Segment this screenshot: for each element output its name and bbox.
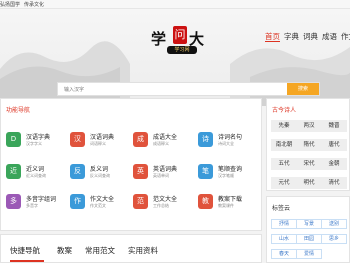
tab-quick-nav[interactable]: 快捷导航 [10,245,40,256]
function-nav-panel: 功能导航 D 汉语字典 汉字字义汉汉语词典 词语释义成成语大全 成语释义诗诗词名句 诗词大… [0,98,262,231]
function-nav-item[interactable]: 成成语大全 成语释义 [133,130,193,154]
function-title: 成语大全 [153,134,178,141]
hero-banner: 学 问 大 学习网 首页字典词典成语作文诗词古 搜索 [0,9,350,106]
site-logo[interactable]: 学 问 大 学习网 [151,26,231,64]
tag-item[interactable]: 写景 [296,219,322,229]
poet-era-button[interactable]: 元代 [271,177,297,189]
function-title: 多音字组词 [26,196,57,203]
function-title: 反义词 [90,166,109,173]
search-input[interactable] [64,85,284,94]
function-icon: 反 [70,164,85,179]
function-nav-title: 功能导航 [6,107,31,114]
nav-home[interactable]: 首页 [265,32,280,42]
tab-jiaoan[interactable]: 教案 [57,245,72,256]
poet-era-button[interactable]: 南北朝 [271,139,297,151]
function-icon: 作 [70,194,85,209]
function-icon: 英 [133,164,148,179]
function-desc: 词语释义 [90,141,106,146]
function-nav-item[interactable]: 教教案下载 教案课件 [198,192,258,216]
function-nav-item[interactable]: 汉汉语词典 词语释义 [70,130,130,154]
function-desc: 近义词查询 [26,173,46,178]
top-link[interactable]: 弘扬国学 [0,2,20,8]
function-icon: D [6,132,21,147]
logo-char-left: 学 [151,30,166,48]
function-desc: 成语释义 [153,141,169,146]
active-tab-underline [10,260,44,262]
poet-era-button[interactable]: 魏晋 [321,120,347,132]
function-title: 近义词 [26,166,45,173]
tag-item[interactable]: 山水 [271,234,297,244]
function-desc: 工作总结 [153,203,169,208]
function-title: 范文大全 [153,196,178,203]
function-title: 英语词典 [153,166,178,173]
nav-cidian[interactable]: 词典 [303,32,318,41]
poets-panel: 古今诗人 先秦 两汉 魏晋南北朝 隋代 唐代五代 宋代 金朝元代 明代 清代 [266,98,350,191]
function-icon: 成 [133,132,148,147]
function-title: 作文大全 [90,196,115,203]
poet-era-button[interactable]: 宋代 [296,158,322,170]
function-desc: 教案课件 [218,203,234,208]
search-bar: 搜索 [57,82,320,96]
poet-era-button[interactable]: 先秦 [271,120,297,132]
function-nav-item[interactable]: 作作文大全 作文范文 [70,192,130,216]
top-links: 弘扬国学 传承文化 [0,1,48,8]
function-title: 汉语词典 [90,134,115,141]
tag-cloud-title: 标签云 [272,205,291,212]
tag-item[interactable]: 抒情 [271,219,297,229]
poet-era-button[interactable]: 唐代 [321,139,347,151]
function-desc: 汉字笔顺 [218,173,234,178]
function-icon: 诗 [198,132,213,147]
poet-era-button[interactable]: 五代 [271,158,297,170]
poet-era-button[interactable]: 两汉 [296,120,322,132]
tag-item[interactable]: 田园 [296,234,322,244]
function-icon: 多 [6,194,21,209]
function-nav-item[interactable]: 诗诗词名句 诗词大全 [198,130,258,154]
function-title: 诗词名句 [218,134,243,141]
function-icon: 近 [6,164,21,179]
function-icon: 教 [198,194,213,209]
tab-fanwen[interactable]: 常用范文 [85,245,115,256]
tag-item[interactable]: 思乡 [321,234,347,244]
nav-zidian[interactable]: 字典 [284,32,299,41]
poets-title: 古今诗人 [272,107,297,114]
function-nav-item[interactable]: 英英语词典 英语单词 [133,162,193,186]
function-icon: 笔 [198,164,213,179]
function-nav-item[interactable]: 范范文大全 工作总结 [133,192,193,216]
function-title: 汉语字典 [26,134,51,141]
tag-cloud-panel: 标签云 抒情 写景 送别山水 田园 思乡春天 爱情 [266,196,350,263]
function-desc: 反义词查询 [90,173,110,178]
logo-seal: 问 [173,26,187,44]
poet-era-button[interactable]: 隋代 [296,139,322,151]
function-nav-item[interactable]: 反反义词 反义词查询 [70,162,130,186]
search-button[interactable]: 搜索 [287,83,319,95]
function-desc: 作文范文 [90,203,106,208]
nav-chengyu[interactable]: 成语 [322,32,337,41]
poet-era-button[interactable]: 清代 [321,177,347,189]
top-bar: 弘扬国学 传承文化 [0,0,350,9]
function-title: 教案下载 [218,196,243,203]
poet-era-button[interactable]: 金朝 [321,158,347,170]
function-icon: 范 [133,194,148,209]
tag-item[interactable]: 春天 [271,249,297,259]
logo-subtitle: 学习网 [167,46,197,54]
function-nav-item[interactable]: D 汉语字典 汉字字义 [6,130,66,154]
function-desc: 英语单词 [153,173,169,178]
function-nav-item[interactable]: 多多音字组词 多音字 [6,192,66,216]
tab-ziliao[interactable]: 实用资料 [128,245,158,256]
main-nav: 首页字典词典成语作文诗词古 [265,31,350,42]
function-icon: 汉 [70,132,85,147]
function-desc: 汉字字义 [26,141,42,146]
nav-zuowen[interactable]: 作文 [341,32,350,41]
tag-item[interactable]: 爱情 [296,249,322,259]
function-nav-item[interactable]: 近近义词 近义词查询 [6,162,66,186]
tag-item[interactable]: 送别 [321,219,347,229]
function-title: 笔顺查询 [218,166,243,173]
top-link[interactable]: 传承文化 [24,2,44,8]
bottom-tabs: 快捷导航 教案 常用范文 实用资料 [0,234,262,263]
function-nav-item[interactable]: 笔笔顺查询 汉字笔顺 [198,162,258,186]
poet-era-button[interactable]: 明代 [296,177,322,189]
function-desc: 诗词大全 [218,141,234,146]
function-desc: 多音字 [26,203,38,208]
